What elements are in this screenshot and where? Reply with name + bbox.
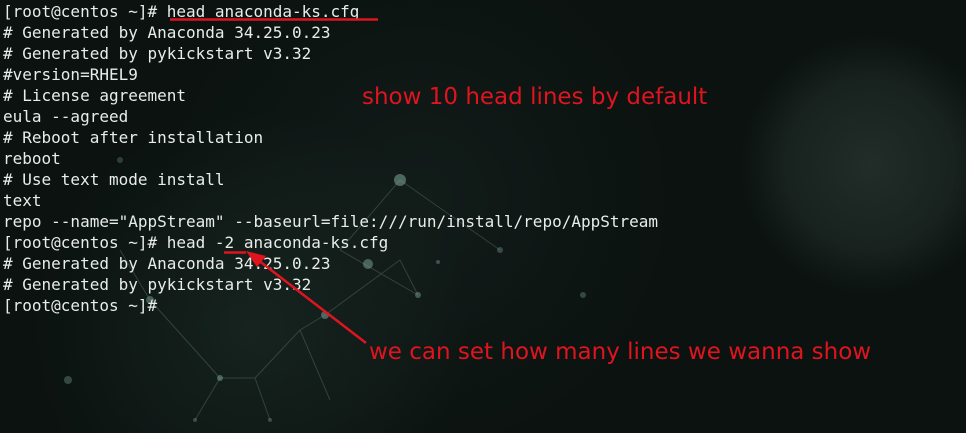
output-line: # Generated by Anaconda 34.25.0.23 (3, 254, 331, 273)
output-line: # Use text mode install (3, 170, 225, 189)
prompt-line: [root@centos ~]# head -2 anaconda-ks.cfg (3, 233, 389, 252)
output-line: #version=RHEL9 (3, 65, 138, 84)
annotation-default-lines: show 10 head lines by default (362, 84, 708, 110)
output-line: # Generated by pykickstart v3.32 (3, 44, 312, 63)
output-line: repo --name="AppStream" --baseurl=file:/… (3, 212, 659, 231)
output-line: text (3, 191, 42, 210)
annotation-custom-lines: we can set how many lines we wanna show (369, 339, 872, 365)
output-line: # Generated by Anaconda 34.25.0.23 (3, 23, 331, 42)
terminal-window[interactable]: [root@centos ~]# head anaconda-ks.cfg # … (0, 0, 966, 433)
current-prompt-line[interactable]: [root@centos ~]# (3, 295, 658, 316)
terminal-output: [root@centos ~]# head anaconda-ks.cfg # … (3, 1, 658, 316)
prompt-line: [root@centos ~]# head anaconda-ks.cfg (3, 2, 360, 21)
output-line: reboot (3, 149, 61, 168)
output-line: # Reboot after installation (3, 128, 264, 147)
output-line: # Generated by pykickstart v3.32 (3, 275, 312, 294)
